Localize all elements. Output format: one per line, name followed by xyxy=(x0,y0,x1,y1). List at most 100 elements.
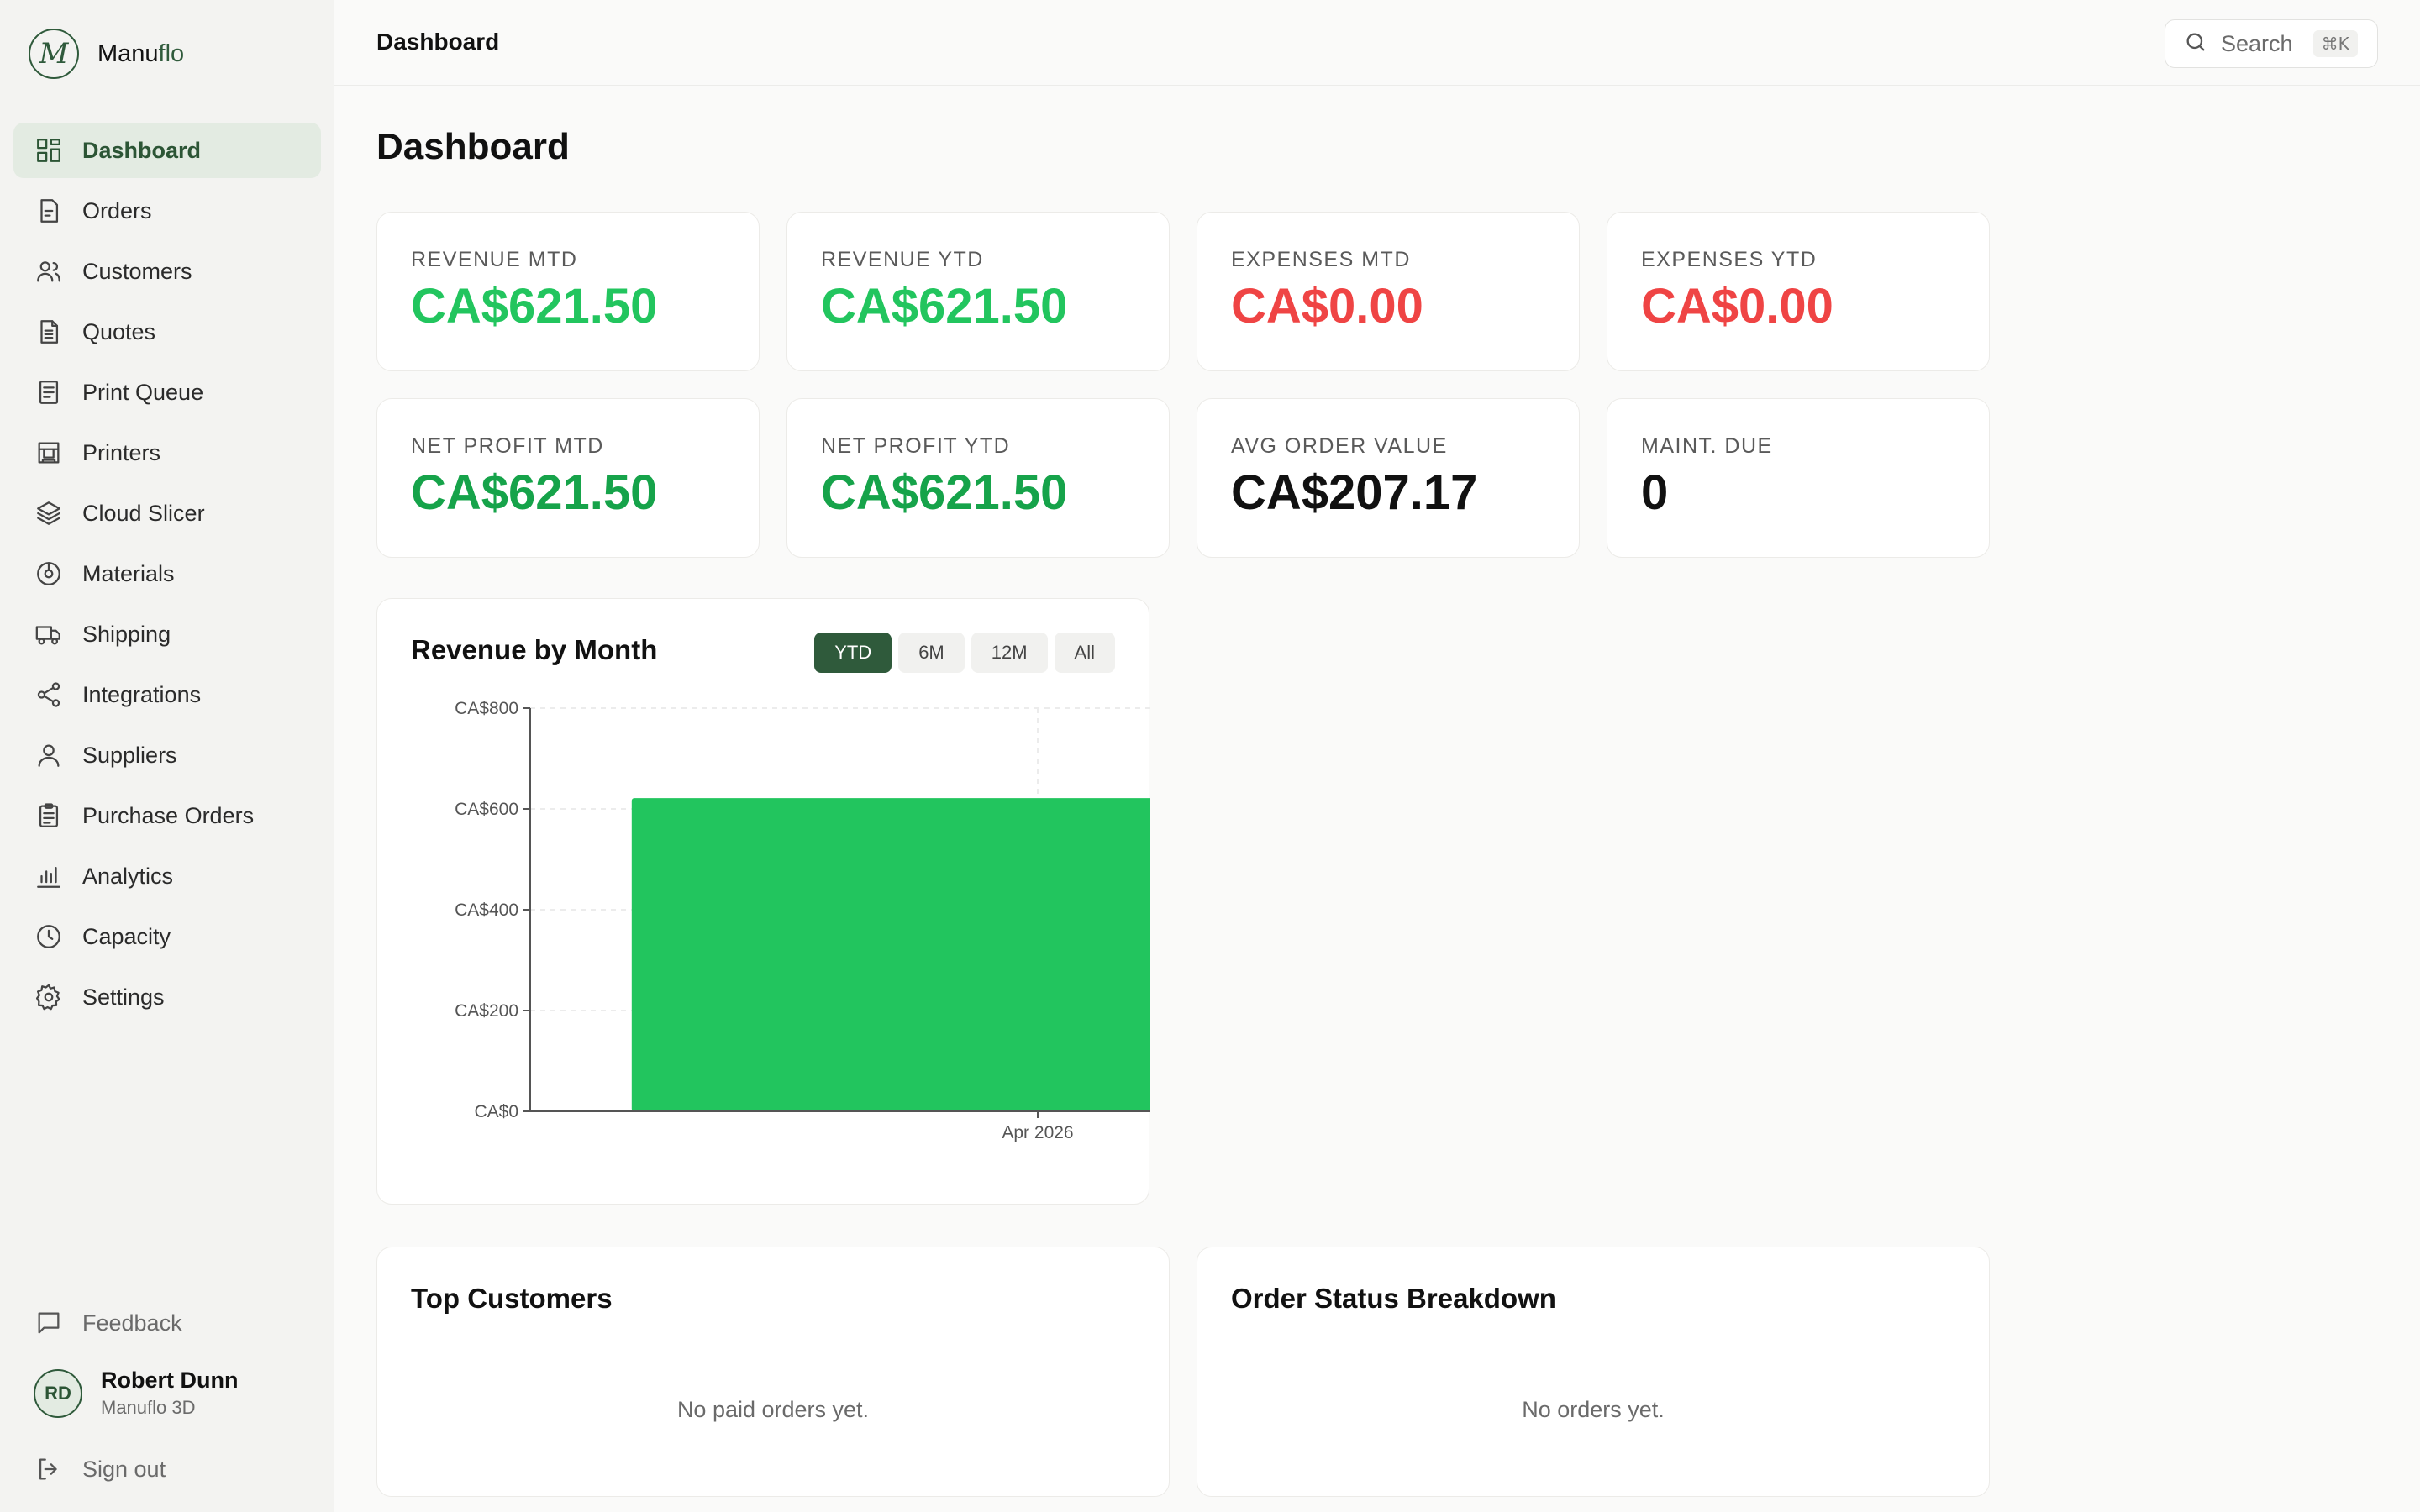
y-tick-label: CA$200 xyxy=(455,1001,518,1021)
order-status-empty: No orders yet. xyxy=(1522,1397,1665,1422)
stat-label: AVG ORDER VALUE xyxy=(1231,434,1448,458)
clock-icon xyxy=(34,921,64,952)
sign-out-label: Sign out xyxy=(82,1456,166,1482)
sidebar-item-shipping[interactable]: Shipping xyxy=(13,606,321,662)
stat-card-avg-order-value: AVG ORDER VALUE CA$207.17 xyxy=(1197,398,1580,558)
layers-icon xyxy=(34,498,64,528)
gear-icon xyxy=(34,982,64,1012)
feedback-label: Feedback xyxy=(82,1310,182,1336)
search-label: Search xyxy=(2221,30,2293,56)
message-icon xyxy=(34,1308,64,1338)
brand[interactable]: M Manuflo xyxy=(29,29,184,79)
brand-name-first: Manu xyxy=(97,39,159,67)
search-input[interactable]: Search ⌘K xyxy=(2165,19,2378,68)
truck-icon xyxy=(34,619,64,649)
stat-value: CA$0.00 xyxy=(1641,279,1833,333)
sidebar-item-label: Quotes xyxy=(82,318,156,344)
search-icon xyxy=(2184,30,2207,58)
stat-label: NET PROFIT MTD xyxy=(411,434,604,458)
sidebar-item-quotes[interactable]: Quotes xyxy=(13,304,321,360)
sidebar-item-label: Cloud Slicer xyxy=(82,500,205,526)
page-title: Dashboard xyxy=(376,126,570,167)
users-icon xyxy=(34,256,64,286)
stat-label: NET PROFIT YTD xyxy=(821,434,1011,458)
spool-icon xyxy=(34,559,64,589)
sidebar-item-capacity[interactable]: Capacity xyxy=(13,909,321,964)
stat-card-net-profit-mtd: NET PROFIT MTD CA$621.50 xyxy=(376,398,760,558)
clipboard-icon xyxy=(34,801,64,831)
feedback-button[interactable]: Feedback xyxy=(13,1295,321,1351)
sidebar-item-cloud-slicer[interactable]: Cloud Slicer xyxy=(13,486,321,541)
sidebar-nav: Dashboard Orders Customers Quotes Print Queu… xyxy=(13,123,321,1030)
stat-card-revenue-ytd: REVENUE YTD CA$621.50 xyxy=(786,212,1170,371)
document-icon xyxy=(34,317,64,347)
sidebar-item-purchase-orders[interactable]: Purchase Orders xyxy=(13,788,321,843)
stat-card-revenue-mtd: REVENUE MTD CA$621.50 xyxy=(376,212,760,371)
revenue-chart-panel: Revenue by Month YTD 6M 12M All CA$0 CA$200 C… xyxy=(376,598,1150,1205)
sidebar-item-label: Printers xyxy=(82,439,161,465)
sidebar-item-label: Orders xyxy=(82,197,152,223)
brand-name: Manuflo xyxy=(97,40,184,68)
avatar: RD xyxy=(34,1368,82,1418)
stat-card-expenses-mtd: EXPENSES MTD CA$0.00 xyxy=(1197,212,1580,371)
sidebar-item-customers[interactable]: Customers xyxy=(13,244,321,299)
order-status-title: Order Status Breakdown xyxy=(1231,1283,1556,1314)
bar-chart-icon xyxy=(34,861,64,891)
sidebar: M Manuflo Dashboard Orders Customers Quotes… xyxy=(0,0,334,1512)
stat-label: REVENUE MTD xyxy=(411,248,578,271)
stat-value: 0 xyxy=(1641,465,1669,520)
search-shortcut: ⌘K xyxy=(2312,30,2358,57)
sidebar-item-label: Capacity xyxy=(82,923,171,949)
sidebar-item-label: Dashboard xyxy=(82,137,202,163)
user-profile[interactable]: RD Robert Dunn Manuflo 3D xyxy=(34,1368,238,1419)
user-org: Manuflo 3D xyxy=(101,1397,196,1418)
stat-card-maint-due: MAINT. DUE 0 xyxy=(1607,398,1990,558)
sidebar-item-label: Print Queue xyxy=(82,379,204,405)
topbar-title: Dashboard xyxy=(376,29,500,55)
x-tick-label: Apr 2026 xyxy=(1002,1123,1073,1142)
printer-icon xyxy=(34,438,64,468)
top-bar: Dashboard Search ⌘K xyxy=(334,0,2420,86)
stat-value: CA$621.50 xyxy=(821,279,1068,333)
sidebar-item-label: Settings xyxy=(82,984,165,1010)
grid-icon xyxy=(34,135,64,165)
sidebar-item-label: Integrations xyxy=(82,681,202,707)
sign-out-icon xyxy=(34,1454,64,1484)
top-customers-title: Top Customers xyxy=(411,1283,613,1314)
sign-out-button[interactable]: Sign out xyxy=(13,1441,321,1497)
sidebar-item-integrations[interactable]: Integrations xyxy=(13,667,321,722)
y-tick-label: CA$600 xyxy=(455,800,518,819)
user-name: Robert Dunn xyxy=(101,1368,239,1393)
sidebar-item-label: Shipping xyxy=(82,621,171,647)
order-status-panel: Order Status Breakdown No orders yet. xyxy=(1197,1247,1990,1497)
stat-label: EXPENSES YTD xyxy=(1641,248,1818,271)
sidebar-item-orders[interactable]: Orders xyxy=(13,183,321,239)
stat-value: CA$207.17 xyxy=(1231,465,1478,520)
y-tick-label: CA$400 xyxy=(455,900,518,920)
sidebar-item-settings[interactable]: Settings xyxy=(13,969,321,1025)
sidebar-item-dashboard[interactable]: Dashboard xyxy=(13,123,321,178)
sidebar-item-print-queue[interactable]: Print Queue xyxy=(13,365,321,420)
stat-card-net-profit-ytd: NET PROFIT YTD CA$621.50 xyxy=(786,398,1170,558)
file-icon xyxy=(34,196,64,226)
y-tick-label: CA$800 xyxy=(455,699,518,718)
stat-value: CA$621.50 xyxy=(411,279,658,333)
stat-label: MAINT. DUE xyxy=(1641,434,1773,458)
brand-name-second: flo xyxy=(158,39,185,67)
sidebar-item-printers[interactable]: Printers xyxy=(13,425,321,480)
top-customers-panel: Top Customers No paid orders yet. xyxy=(376,1247,1170,1497)
user-icon xyxy=(34,740,64,770)
stat-value: CA$621.50 xyxy=(821,465,1068,520)
sidebar-item-label: Purchase Orders xyxy=(82,802,255,828)
top-customers-empty: No paid orders yet. xyxy=(676,1397,870,1422)
revenue-chart: CA$0 CA$200 CA$400 CA$600 CA$800 Apr 2026 xyxy=(455,699,1150,1142)
sidebar-item-suppliers[interactable]: Suppliers xyxy=(13,727,321,783)
list-doc-icon xyxy=(34,377,64,407)
sidebar-item-materials[interactable]: Materials xyxy=(13,546,321,601)
sidebar-item-analytics[interactable]: Analytics xyxy=(13,848,321,904)
sidebar-item-label: Analytics xyxy=(82,863,174,889)
share-icon xyxy=(34,680,64,710)
sidebar-item-label: Suppliers xyxy=(82,742,177,768)
stat-card-expenses-ytd: EXPENSES YTD CA$0.00 xyxy=(1607,212,1990,371)
chart-bar xyxy=(631,798,1150,1111)
